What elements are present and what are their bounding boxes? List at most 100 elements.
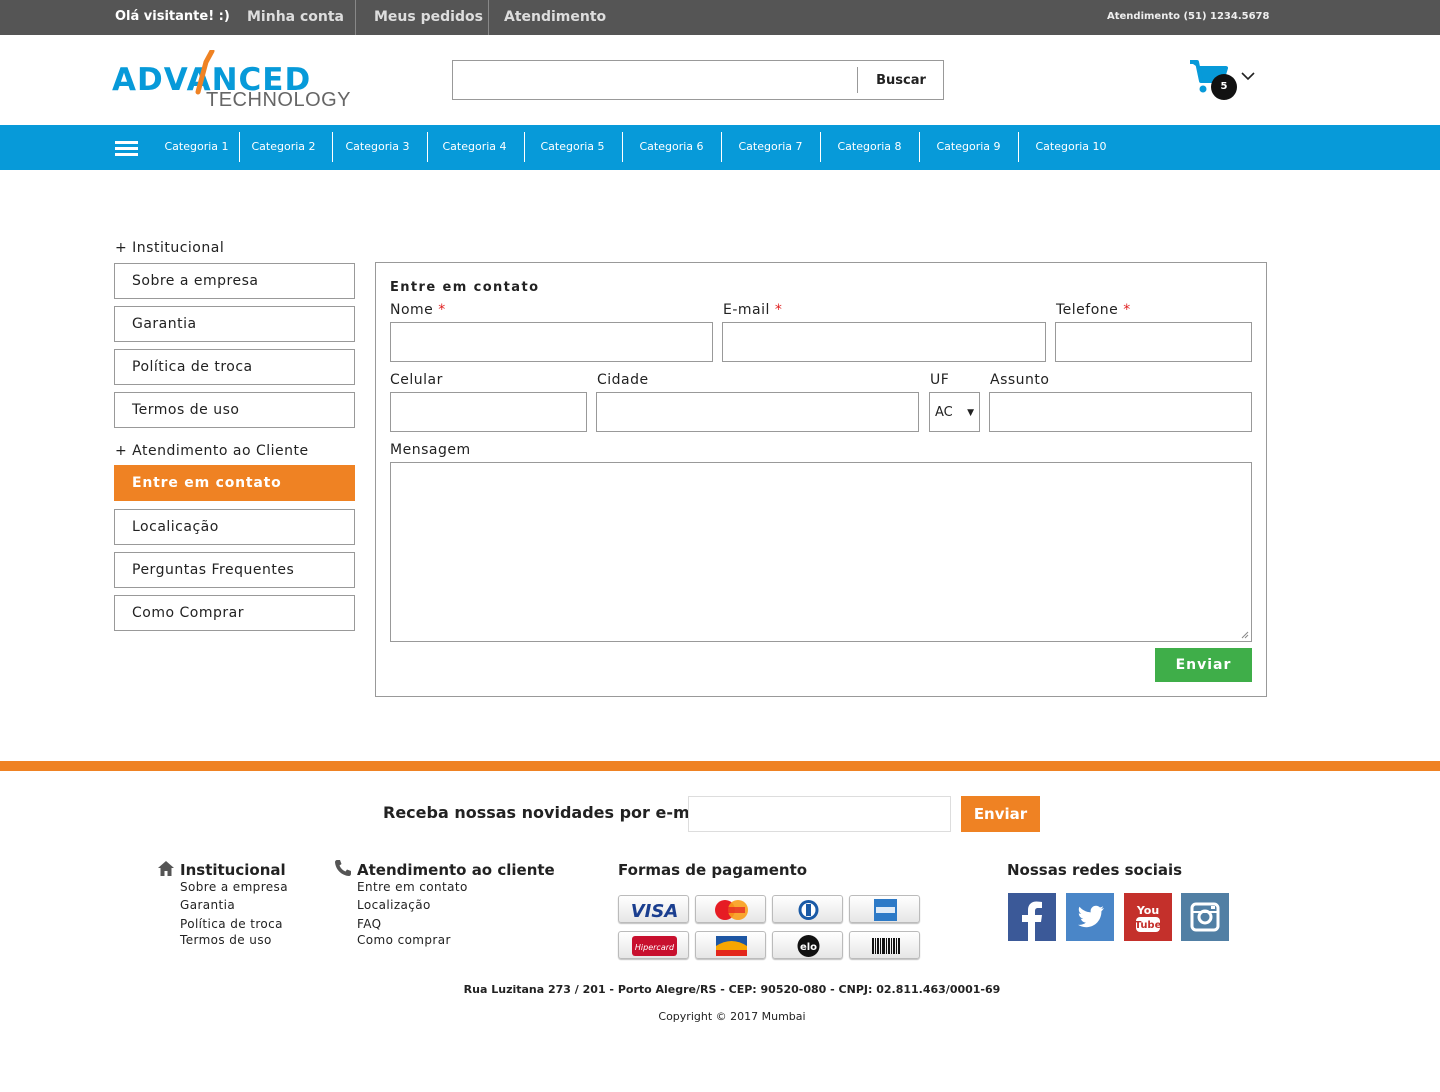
sidebar-item-entre-em-contato[interactable]: Entre em contato [114,465,355,501]
footer-pagamento-title: Formas de pagamento [618,861,808,879]
category-link-3[interactable]: Categoria 3 [340,132,415,162]
sidebar-item-sobre-a-empresa[interactable]: Sobre a empresa [114,263,355,299]
category-link-9[interactable]: Categoria 9 [931,132,1006,162]
category-nav: Categoria 1 Categoria 2 Categoria 3 Cate… [0,125,1440,170]
mastercard-icon [695,895,766,923]
newsletter-submit-button[interactable]: Enviar [961,796,1040,832]
category-link-4[interactable]: Categoria 4 [437,132,512,162]
cidade-label: Cidade [597,372,649,388]
sidebar-item-garantia[interactable]: Garantia [114,306,355,342]
footer-link-localizacao[interactable]: Localização [357,898,431,912]
footer-link-como-comprar[interactable]: Como comprar [357,933,451,947]
aura-icon [695,931,766,959]
nav-divider [239,132,240,162]
form-title: Entre em contato [390,280,540,295]
hipercard-icon: Hipercard [618,931,689,959]
category-link-5[interactable]: Categoria 5 [535,132,610,162]
diners-icon [772,895,843,923]
logo[interactable]: ADVANCED TECHNOLOGY [112,50,357,108]
header: ADVANCED TECHNOLOGY Buscar 5 [0,35,1440,125]
svg-text:Tube: Tube [1135,920,1162,931]
category-link-6[interactable]: Categoria 6 [634,132,709,162]
cart-button[interactable]: 5 [1188,59,1263,101]
sidebar-item-localizacao[interactable]: Localicação [114,509,355,545]
footer-divider [0,761,1440,771]
boleto-icon [849,931,920,959]
enviar-button[interactable]: Enviar [1155,648,1252,682]
nome-label: Nome * [390,302,446,318]
search-box: Buscar [452,60,944,100]
nav-divider [919,132,920,162]
category-link-2[interactable]: Categoria 2 [246,132,321,162]
nav-divider [820,132,821,162]
sidebar-heading-institucional[interactable]: + Institucional [115,240,224,256]
instagram-icon[interactable] [1181,893,1229,941]
cidade-input[interactable] [596,392,919,432]
nav-divider [524,132,525,162]
logo-image: ADVANCED TECHNOLOGY [112,50,351,108]
newsletter-email-input[interactable] [688,796,951,832]
sidebar-item-politica-de-troca[interactable]: Política de troca [114,349,355,385]
telefone-input[interactable] [1055,322,1252,362]
assunto-input[interactable] [989,392,1252,432]
newsletter-label: Receba nossas novidades por e-mail: [383,803,718,822]
uf-select[interactable]: AC ▼ [929,392,980,432]
svg-text:Hipercard: Hipercard [635,943,675,952]
nav-divider [622,132,623,162]
phone-text: Atendimento (51) 1234.5678 [1107,11,1270,22]
sidebar-item-perguntas-frequentes[interactable]: Perguntas Frequentes [114,552,355,588]
topbar-link-meus-pedidos[interactable]: Meus pedidos [355,0,501,35]
top-bar: Olá visitante! :) Minha conta Meus pedid… [0,0,1440,35]
facebook-icon[interactable] [1008,893,1056,941]
category-link-1[interactable]: Categoria 1 [160,132,233,162]
footer-link-entre-em-contato[interactable]: Entre em contato [357,880,468,894]
celular-input[interactable] [390,392,587,432]
svg-text:TECHNOLOGY: TECHNOLOGY [206,89,351,108]
greeting-text: Olá visitante! :) [115,9,230,24]
sidebar-item-como-comprar[interactable]: Como Comprar [114,595,355,631]
celular-label: Celular [390,372,443,388]
search-input[interactable] [453,61,857,99]
footer-link-faq[interactable]: FAQ [357,917,381,931]
amex-icon [849,895,920,923]
phone-icon [335,860,351,876]
footer-link-garantia[interactable]: Garantia [180,898,235,912]
footer-link-politica-de-troca[interactable]: Política de troca [180,917,283,931]
nav-divider [1018,132,1019,162]
youtube-icon[interactable]: You Tube [1124,893,1172,941]
footer-link-sobre-a-empresa[interactable]: Sobre a empresa [180,880,288,894]
footer-atendimento-title: Atendimento ao cliente [357,861,555,879]
nome-input[interactable] [390,322,713,362]
topbar-link-atendimento[interactable]: Atendimento [488,0,621,35]
contact-form: Entre em contato Nome * E-mail * Telefon… [375,262,1267,697]
search-button[interactable]: Buscar [858,61,944,99]
nav-divider [427,132,428,162]
nav-divider [721,132,722,162]
footer-address: Rua Luzitana 273 / 201 - Porto Alegre/RS… [463,983,1001,996]
twitter-icon[interactable] [1066,893,1114,941]
resize-grip-icon[interactable] [1241,631,1249,639]
category-link-10[interactable]: Categoria 10 [1030,132,1112,162]
category-link-8[interactable]: Categoria 8 [832,132,907,162]
footer-institucional-title: Institucional [180,861,286,879]
sidebar-heading-atendimento[interactable]: + Atendimento ao Cliente [115,443,309,459]
assunto-label: Assunto [990,372,1050,388]
footer-copyright: Copyright © 2017 Mumbai [658,1010,806,1023]
footer-link-termos-de-uso[interactable]: Termos de uso [180,933,272,947]
cart-count-badge: 5 [1211,74,1237,100]
topbar-link-minha-conta[interactable]: Minha conta [232,0,359,35]
footer-social-title: Nossas redes sociais [1007,861,1183,879]
category-link-7[interactable]: Categoria 7 [733,132,808,162]
mensagem-textarea[interactable] [390,462,1252,642]
telefone-label: Telefone * [1056,302,1131,318]
menu-icon[interactable] [115,141,138,157]
email-input[interactable] [722,322,1046,362]
mensagem-label: Mensagem [390,442,471,458]
visa-icon: VISA [618,895,689,923]
svg-text:elo: elo [800,942,817,953]
uf-selected-value: AC [935,405,953,420]
chevron-down-icon[interactable] [1241,69,1255,83]
sidebar-item-termos-de-uso[interactable]: Termos de uso [114,392,355,428]
dropdown-arrow-icon: ▼ [967,408,974,418]
home-icon [158,861,174,876]
